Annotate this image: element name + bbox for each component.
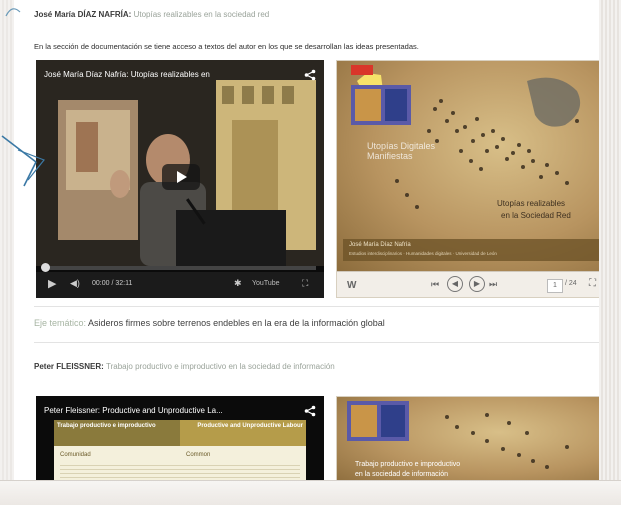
slide-title-line2: en la sociedad de información	[355, 471, 449, 478]
slide-page-total: / 24	[565, 280, 577, 287]
slide-caption: José María Díaz Nafría Estudios interdis…	[343, 239, 599, 261]
talk-title[interactable]: Trabajo productivo e improductivo en la …	[106, 362, 335, 371]
video-player-fleissner[interactable]: Peter Fleissner: Productive and Unproduc…	[36, 396, 324, 481]
video-progress-bar[interactable]	[41, 263, 316, 272]
slide-text-lines	[60, 462, 300, 481]
eje-label: Eje temático:	[34, 318, 87, 328]
play-button[interactable]	[162, 164, 200, 190]
section-divider	[34, 342, 599, 343]
fullscreen-icon[interactable]: ⛶	[589, 278, 596, 289]
intro-text: En la sección de documentación se tiene …	[34, 42, 419, 51]
settings-icon[interactable]: ✱	[234, 278, 242, 289]
next-slide-icon[interactable]: ▶	[469, 276, 485, 292]
slide-title-line1: Utopías realizables	[497, 199, 566, 208]
video-time: 00:00 / 32:11	[92, 280, 133, 287]
share-icon[interactable]	[304, 69, 316, 81]
video-controls: ▶ ◀) 00:00 / 32:11 ✱ YouTube ⛶	[36, 272, 324, 298]
video-player-diaz-nafria[interactable]: José María Díaz Nafría: Utopías realizab…	[36, 60, 324, 298]
first-slide-icon[interactable]: ⏮	[431, 279, 439, 290]
eje-tematico: Eje temático: Asideros firmes sobre terr…	[34, 318, 385, 328]
slide-column-sub: Comunidad	[60, 452, 91, 458]
prev-slide-icon[interactable]: ◀	[447, 276, 463, 292]
slide-title-line1: Trabajo productivo e improductivo	[355, 461, 461, 468]
eje-text[interactable]: Asideros firmes sobre terrenos endebles …	[88, 318, 385, 328]
share-icon[interactable]	[304, 405, 316, 417]
slide-column-sub: Common	[186, 452, 211, 458]
slide-overlay-label: Utopías Digitales Manifiestas	[367, 141, 436, 161]
youtube-logo[interactable]: YouTube	[252, 280, 280, 287]
volume-icon[interactable]: ◀)	[70, 278, 80, 289]
caption-name: José María Díaz Nafría	[349, 242, 411, 248]
video-title[interactable]: Peter Fleissner: Productive and Unproduc…	[44, 406, 223, 415]
slideshare-logo-icon[interactable]: W	[347, 280, 356, 291]
slide-page-input[interactable]: 1	[547, 279, 563, 293]
author-name: Peter FLEISSNER:	[34, 362, 104, 371]
play-icon[interactable]: ▶	[48, 277, 56, 290]
fullscreen-icon[interactable]: ⛶	[302, 278, 308, 289]
last-slide-icon[interactable]: ⏭	[489, 279, 497, 290]
page-bottom-bar	[0, 480, 621, 505]
video-frame: Trabajo productivo e improductivo Produc…	[54, 420, 306, 481]
video-frame	[36, 60, 324, 266]
arrow-doodle-icon	[1, 8, 45, 187]
slide-title-line2: en la Sociedad Red	[501, 211, 571, 220]
page-right-border	[599, 0, 621, 505]
talk-title[interactable]: Utopías realizables en la sociedad red	[134, 10, 270, 19]
section-divider	[34, 306, 599, 307]
slide-viewer-fleissner[interactable]: Trabajo productivo e improductivo en la …	[336, 396, 599, 481]
slide-controls: W ⏮ ◀ ▶ ⏭ 1 / 24 ⛶	[337, 271, 599, 297]
progress-handle[interactable]	[41, 263, 50, 272]
section-title-fleissner: Peter FLEISSNER: Trabajo productivo e im…	[34, 362, 335, 371]
content-panel: José María DÍAZ NAFRÍA: Utopías realizab…	[14, 0, 599, 481]
slide-viewer-diaz-nafria[interactable]: Utopías Digitales Manifiestas Utopías re…	[336, 60, 599, 298]
caption-subtitle: Estudios interdisciplinarios · Humanidad…	[349, 251, 497, 256]
slide-column-header: Trabajo productivo e improductivo	[54, 420, 180, 446]
slide-column-header: Productive and Unproductive Labour	[180, 420, 306, 446]
